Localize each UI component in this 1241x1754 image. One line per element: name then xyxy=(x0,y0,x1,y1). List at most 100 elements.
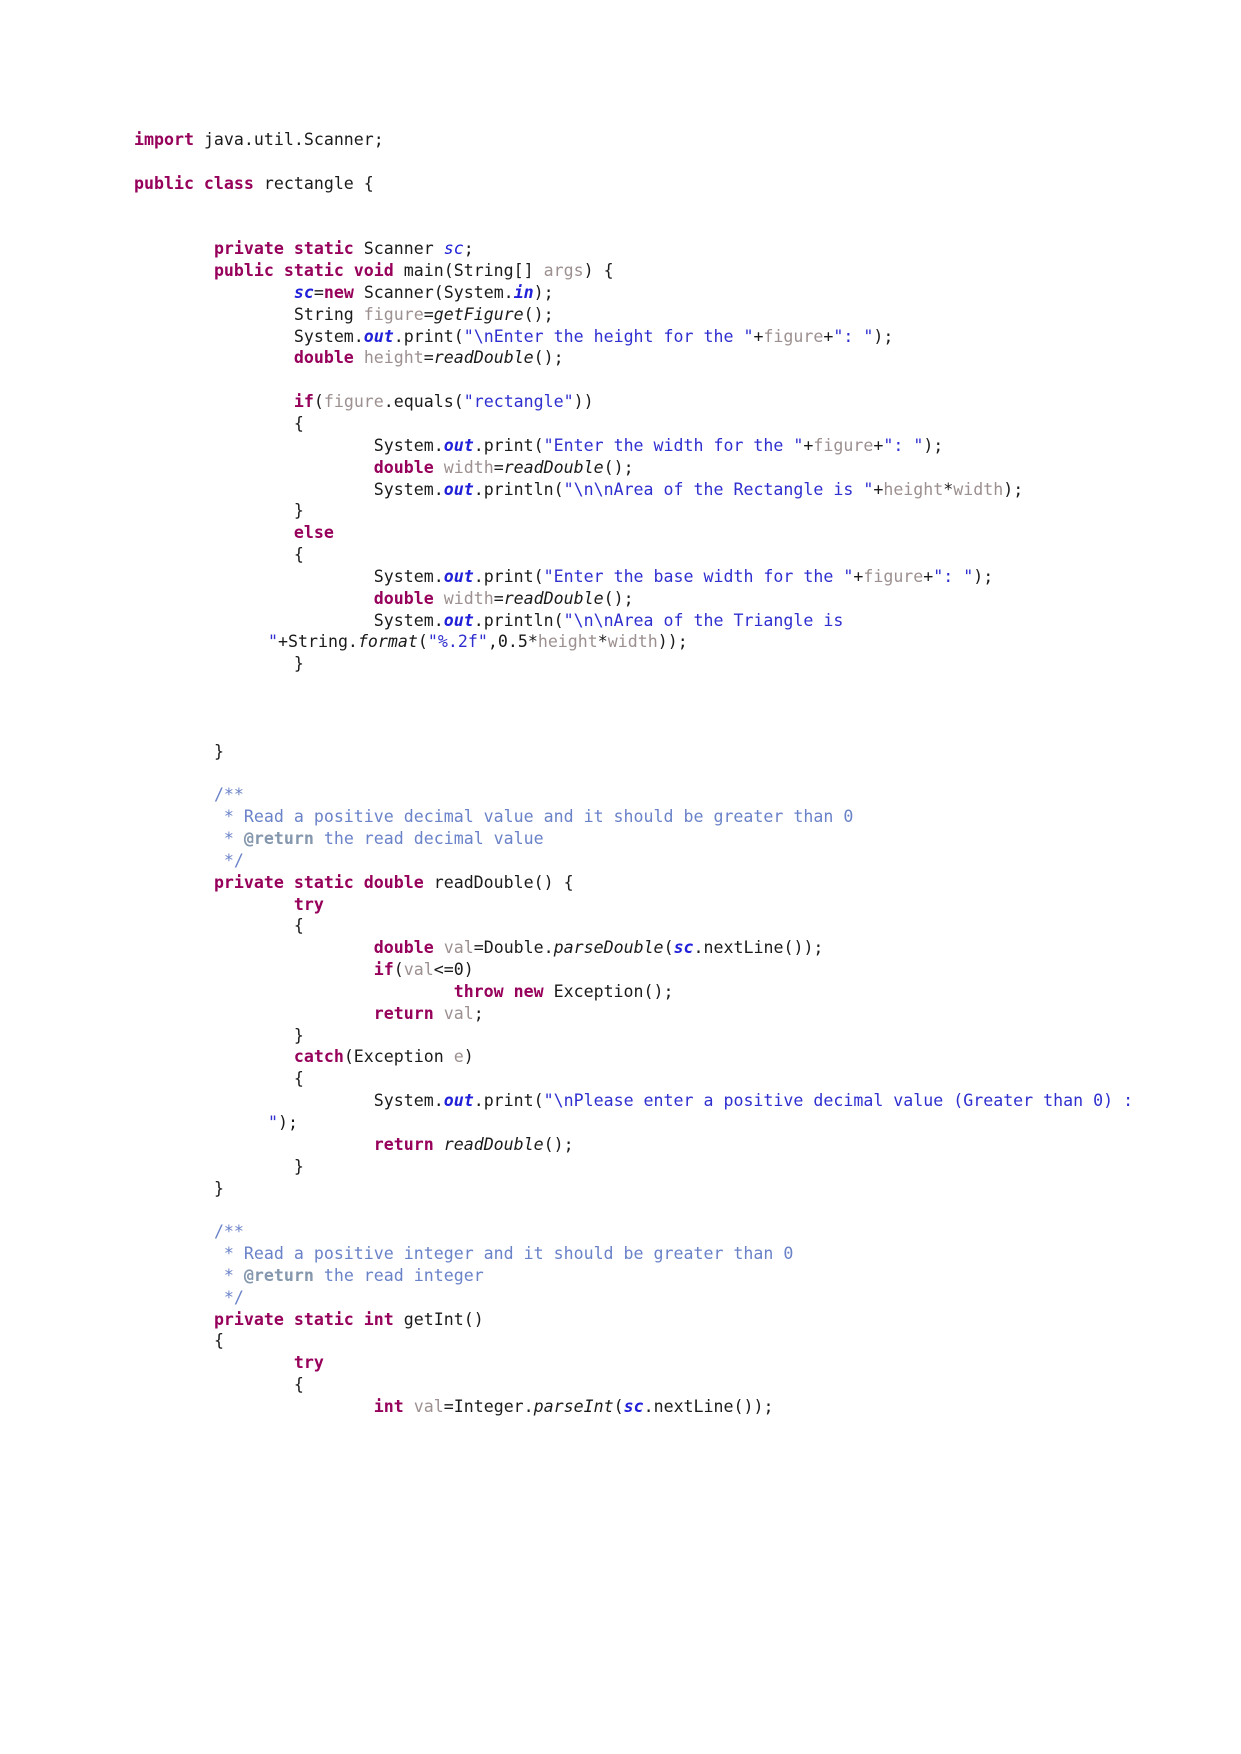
code-token-pln: +String. xyxy=(278,632,358,652)
code-token-pln: .println( xyxy=(473,479,564,499)
code-token-mth: readDouble xyxy=(503,588,604,608)
code-line: String figure=getFigure(); xyxy=(134,304,1141,326)
code-line: System.out.print("\nEnter the height for… xyxy=(134,326,1141,348)
code-token-pln: } xyxy=(213,1178,224,1198)
code-token-pln: , xyxy=(487,632,498,652)
code-line: if(val<=0) xyxy=(134,959,1141,981)
code-token-cmt: the read integer xyxy=(313,1265,484,1285)
code-token-var: e xyxy=(453,1047,464,1067)
code-token-pln: System. xyxy=(373,479,444,499)
code-line: try xyxy=(134,894,1141,916)
code-token-pln: <= xyxy=(433,960,454,980)
code-token-kw: return xyxy=(373,1003,434,1023)
code-token-pln: ); xyxy=(533,282,554,302)
code-token-pln: (); xyxy=(543,1134,574,1154)
code-token-sfld: sc xyxy=(623,1396,644,1416)
code-token-kw: private static int xyxy=(213,1309,394,1329)
code-token-sfld: out xyxy=(443,479,474,499)
code-token-pln: = xyxy=(313,282,324,302)
code-line: */ xyxy=(134,1287,1141,1309)
code-line: { xyxy=(134,915,1141,937)
code-token-str: "\nEnter the height for the " xyxy=(463,326,754,346)
code-token-pln: .println( xyxy=(473,610,564,630)
code-token-cmt: * xyxy=(213,1265,244,1285)
code-token-str: ": " xyxy=(833,326,874,346)
code-line: { xyxy=(134,1330,1141,1352)
code-token-pln: .nextLine()); xyxy=(643,1396,774,1416)
code-token-pln xyxy=(354,348,364,367)
code-token-pln: = xyxy=(493,588,504,608)
code-token-var: height xyxy=(883,479,944,499)
code-token-pln: = xyxy=(493,457,504,477)
code-token-sfld: sc xyxy=(673,938,694,958)
code-line: double height=readDouble(); xyxy=(134,347,1141,369)
code-token-mth: parseDouble xyxy=(553,938,664,958)
code-line: } xyxy=(134,1025,1141,1047)
code-line: int val=Integer.parseInt(sc.nextLine()); xyxy=(134,1396,1141,1418)
code-token-pln: ); xyxy=(923,435,944,455)
code-token-var: height xyxy=(537,632,598,652)
code-token-kw: private static double xyxy=(213,872,424,892)
code-token-pln: ); xyxy=(278,1112,298,1132)
code-token-var: figure xyxy=(363,304,424,324)
code-token-pln: + xyxy=(753,326,764,346)
code-token-var: val xyxy=(443,1003,474,1023)
code-token-pln: { xyxy=(293,413,304,433)
code-token-pln: System. xyxy=(293,326,364,346)
code-token-sfld: out xyxy=(443,1091,474,1111)
code-token-pln: java.util.Scanner; xyxy=(193,130,384,149)
code-line: private static Scanner sc; xyxy=(134,238,1141,260)
code-token-kw: else xyxy=(293,523,334,543)
code-line: private static double readDouble() { xyxy=(134,872,1141,894)
code-line: System.out.print("Enter the base width f… xyxy=(134,566,1141,588)
code-token-pln: System. xyxy=(373,435,444,455)
code-line: * Read a positive integer and it should … xyxy=(134,1243,1141,1265)
code-token-pln: main(String[] xyxy=(393,261,544,281)
code-token-pln: String xyxy=(293,304,364,324)
code-token-pln: .equals( xyxy=(383,392,464,412)
code-token-sfld: out xyxy=(443,435,474,455)
code-token-pln: Scanner(System. xyxy=(353,282,514,302)
code-line: try xyxy=(134,1352,1141,1374)
code-token-pln: (Exception xyxy=(343,1047,454,1067)
code-line: * @return the read integer xyxy=(134,1265,1141,1287)
code-line: else xyxy=(134,522,1141,544)
code-token-cmt: /** xyxy=(213,785,244,805)
code-line: * @return the read decimal value xyxy=(134,828,1141,850)
code-token-kw: throw new xyxy=(453,981,544,1001)
code-line: /** xyxy=(134,784,1141,806)
code-token-pln: * xyxy=(527,632,538,652)
code-line: { xyxy=(134,1068,1141,1090)
code-token-var: figure xyxy=(813,435,874,455)
code-token-var: width xyxy=(607,632,658,652)
code-line: sc=new Scanner(System.in); xyxy=(134,282,1141,304)
code-token-sfld: sc xyxy=(293,282,314,302)
code-token-pln: + xyxy=(853,566,864,586)
code-token-pln: ) xyxy=(463,1047,474,1067)
code-token-pln: ( xyxy=(417,632,428,652)
code-token-pln: = xyxy=(423,348,434,368)
code-token-mth: readDouble xyxy=(443,1134,544,1154)
code-token-pln xyxy=(434,938,444,957)
code-line: System.out.print("Enter the width for th… xyxy=(134,435,1141,457)
